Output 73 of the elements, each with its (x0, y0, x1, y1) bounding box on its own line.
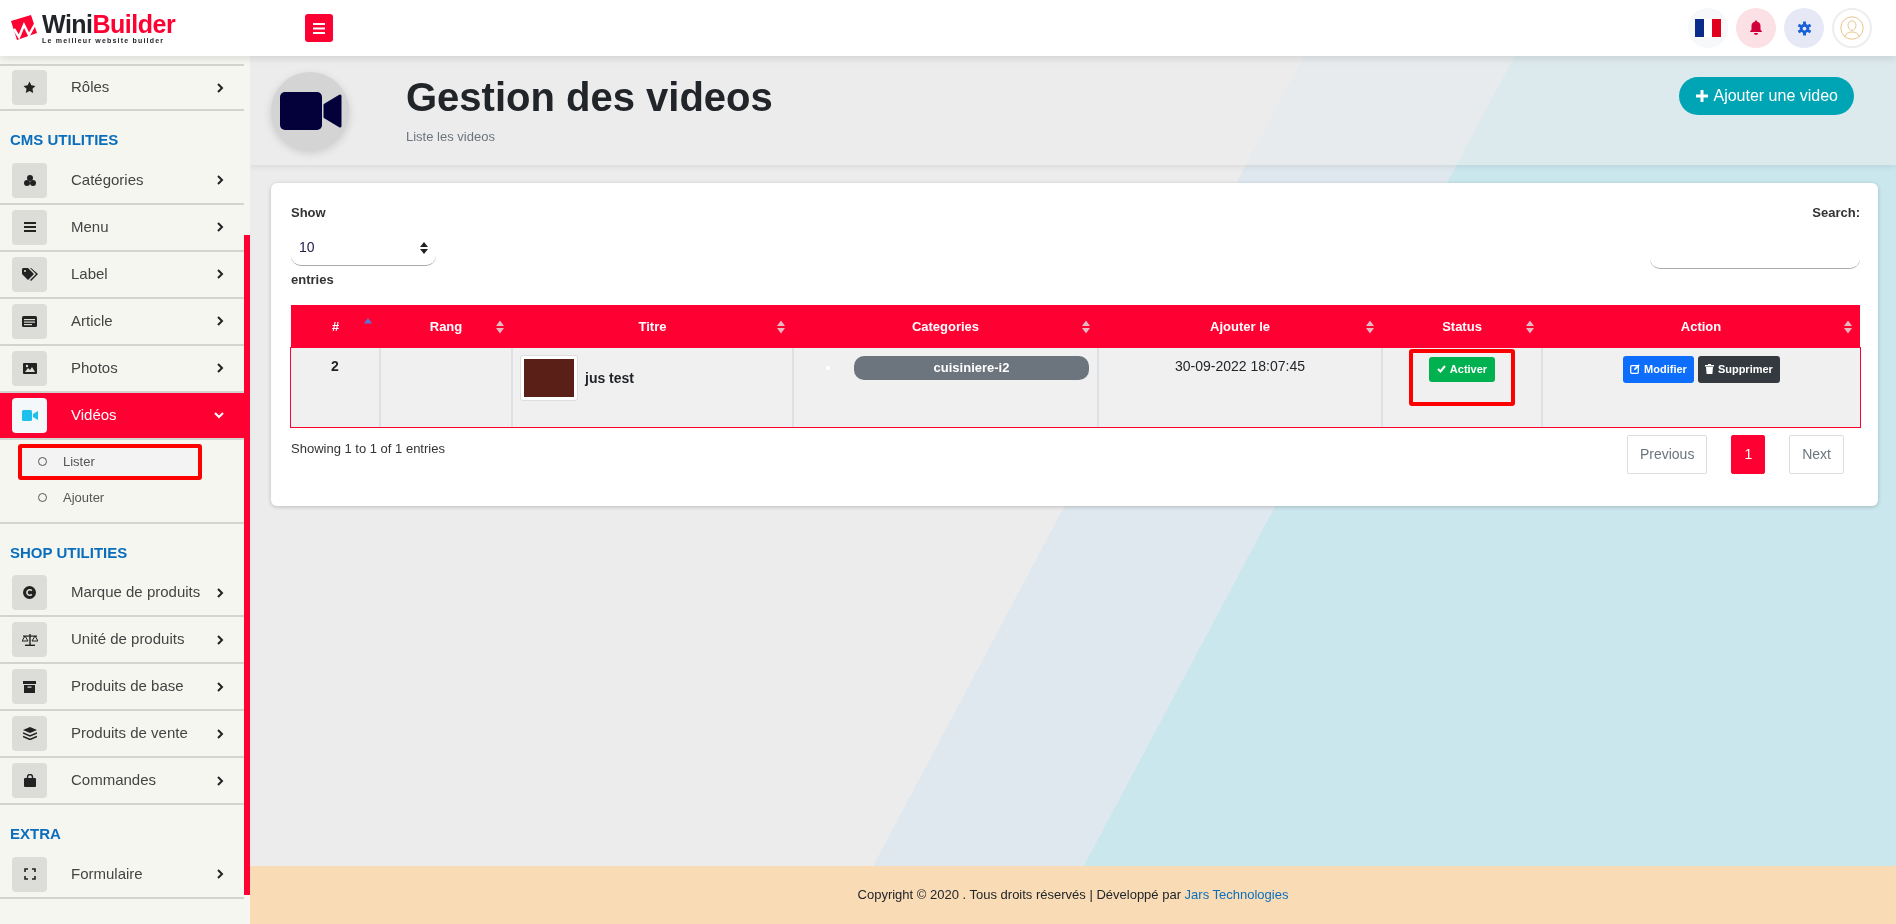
sort-icon[interactable] (496, 320, 504, 333)
section-heading: CMS UTILITIES (9, 130, 120, 150)
column-header[interactable]: # (291, 305, 380, 348)
column-header[interactable]: Rang (380, 305, 512, 348)
section-heading: SHOP UTILITIES (9, 542, 129, 563)
delete-button[interactable]: Supprimer (1697, 356, 1780, 383)
sidebar-subitem[interactable]: Lister (18, 443, 202, 480)
sidebar-item[interactable]: Article (0, 298, 244, 346)
plus-icon (1695, 88, 1710, 103)
page-length-select[interactable]: 10 (291, 230, 436, 266)
category-tag: cuisiniere-i2 (854, 356, 1089, 380)
show-label: Show (291, 204, 327, 222)
column-header[interactable]: Categories (793, 305, 1098, 348)
entries-label: entries (291, 270, 335, 289)
sidebar-item[interactable]: Unité de produits (0, 617, 244, 664)
company-link[interactable]: Jars Technologies (1184, 887, 1289, 903)
scale-icon (12, 622, 47, 657)
sidebar-item[interactable]: Formulaire (0, 851, 244, 899)
sort-icon[interactable] (1082, 320, 1090, 333)
edit-button[interactable]: Modifier (1623, 356, 1694, 383)
menu-button[interactable] (305, 14, 333, 42)
menu-icon (313, 22, 325, 34)
column-header[interactable]: Status (1382, 305, 1542, 348)
sidebar-item[interactable]: Label (0, 251, 244, 299)
scrollbar-thumb[interactable] (244, 235, 250, 895)
image-icon (12, 350, 47, 386)
column-header[interactable]: Ajouter le (1098, 305, 1382, 348)
bag-icon (12, 763, 47, 798)
edit-icon (1630, 364, 1641, 375)
copyright-text: Copyright © 2020 . Tous droits réservés | Développé par Jars Technologies (857, 886, 1289, 905)
sidebar-item[interactable]: Catégories (0, 157, 244, 205)
layers-icon (12, 716, 47, 751)
page-title: Gestion des videos (406, 74, 773, 119)
sidebar-item[interactable]: Rôles (0, 64, 244, 111)
list-icon (12, 209, 47, 245)
sidebar-item[interactable]: Marque de produits (0, 570, 244, 617)
section-heading: EXTRA (9, 824, 62, 844)
photo-placeholder (521, 356, 577, 400)
sidebar-item[interactable]: Commandes (0, 758, 244, 805)
user-avatar[interactable] (1832, 8, 1872, 48)
table-info: Showing 1 to 1 of 1 entries (291, 440, 445, 458)
shapes-icon (12, 162, 47, 198)
page-button[interactable]: 1 (1731, 435, 1766, 474)
column-header[interactable]: Action (1542, 305, 1860, 348)
sidebar-subitem[interactable]: Ajouter (18, 479, 202, 516)
page-subtitle: Liste les videos (406, 127, 496, 146)
expand-icon (12, 856, 47, 892)
box-icon (12, 669, 47, 704)
sort-ascending-icon[interactable] (364, 318, 372, 324)
sidebar-item[interactable]: Produits de vente (0, 711, 244, 758)
up-down-caret-icon (420, 241, 428, 254)
table-cell: 30-09-2022 18:07:45 (1175, 358, 1305, 374)
sidebar-item[interactable]: Menu (0, 204, 244, 252)
trash-icon (1704, 364, 1714, 375)
table-cell: 2 (331, 358, 339, 374)
notification-bell-icon[interactable] (1736, 8, 1776, 48)
sort-icon[interactable] (777, 320, 785, 333)
check-icon (1436, 365, 1446, 374)
sort-icon[interactable] (1526, 320, 1534, 333)
tag-icon (12, 256, 47, 292)
video-camera-icon (271, 71, 349, 150)
video-camera-icon (12, 397, 47, 433)
sort-icon[interactable] (1844, 320, 1852, 333)
settings-icon[interactable] (1784, 8, 1824, 48)
circle-letter-icon (12, 575, 47, 610)
video-title: jus test (585, 368, 634, 388)
sidebar-item[interactable]: Vidéos (0, 392, 244, 440)
flag-icon[interactable] (1688, 8, 1728, 48)
sidebar-item[interactable]: Produits de base (0, 664, 244, 711)
sort-icon[interactable] (1366, 320, 1374, 333)
search-label: Search: (1812, 204, 1860, 222)
column-header[interactable]: Titre (512, 305, 793, 348)
card-icon (12, 303, 47, 339)
